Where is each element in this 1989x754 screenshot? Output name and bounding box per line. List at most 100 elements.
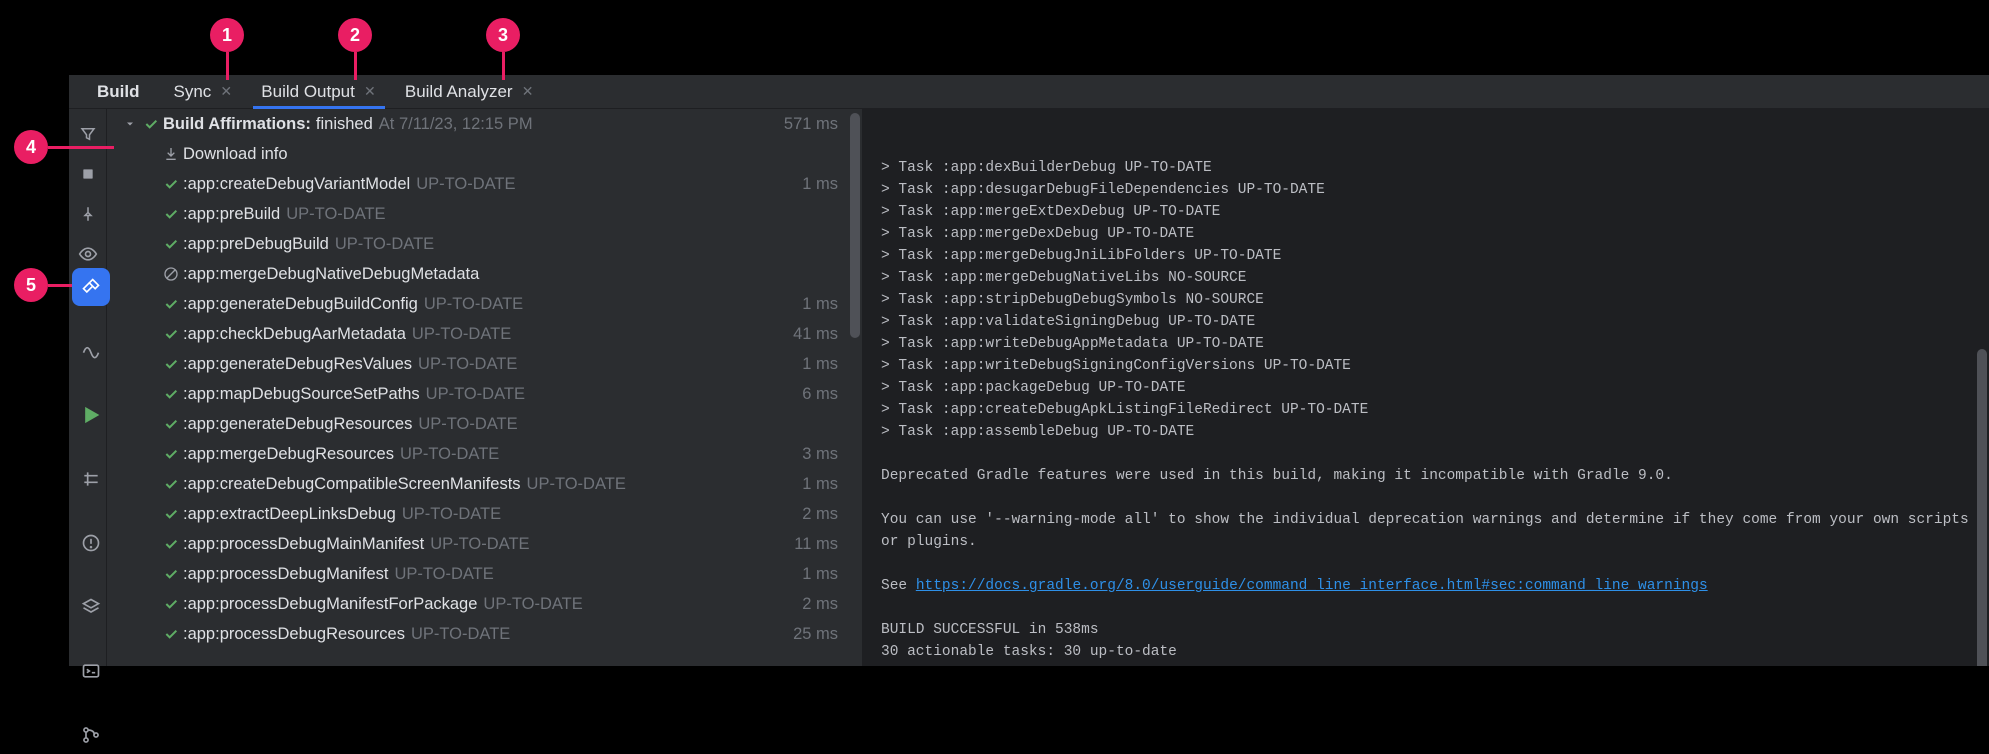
pin-icon[interactable] <box>77 203 99 225</box>
task-row[interactable]: :app:generateDebugResourcesUP-TO-DATE <box>107 409 862 439</box>
tree-root[interactable]: Build Affirmations: finished At 7/11/23,… <box>107 109 862 139</box>
console-line: > Task :app:mergeDebugNativeLibs NO-SOUR… <box>881 267 1971 289</box>
tab-sync[interactable]: Sync ✕ <box>160 75 248 109</box>
task-row[interactable]: :app:createDebugVariantModelUP-TO-DATE1 … <box>107 169 862 199</box>
task-name: :app:generateDebugBuildConfig <box>183 295 418 314</box>
task-time: 1 ms <box>802 175 838 194</box>
check-icon <box>159 566 183 582</box>
console-line: > Task :app:mergeDexDebug UP-TO-DATE <box>881 223 1971 245</box>
task-name: :app:createDebugVariantModel <box>183 175 410 194</box>
callout-5: 5 <box>14 268 48 302</box>
task-row[interactable]: :app:processDebugManifestForPackageUP-TO… <box>107 589 862 619</box>
tabs-bar: Build Sync ✕ Build Output ✕ Build Analyz… <box>69 75 1989 109</box>
task-time: 25 ms <box>793 625 838 644</box>
task-status: UP-TO-DATE <box>394 565 493 584</box>
task-name: :app:processDebugManifest <box>183 565 388 584</box>
task-row[interactable]: :app:mergeDebugResourcesUP-TO-DATE3 ms <box>107 439 862 469</box>
console-line: > Task :app:writeDebugSigningConfigVersi… <box>881 355 1971 377</box>
check-icon <box>159 446 183 462</box>
problems-icon[interactable] <box>72 524 110 562</box>
task-name: :app:mapDebugSourceSetPaths <box>183 385 420 404</box>
console-line: Deprecated Gradle features were used in … <box>881 465 1971 487</box>
task-time: 3 ms <box>802 445 838 464</box>
task-row[interactable]: :app:processDebugManifest UP-TO-DATE 1 ms <box>107 559 862 589</box>
scrollbar[interactable] <box>850 113 860 338</box>
vcs-icon[interactable] <box>72 716 110 754</box>
task-status: UP-TO-DATE <box>430 535 529 554</box>
build-status: finished <box>316 115 373 134</box>
task-name: :app:preBuild <box>183 205 280 224</box>
tab-build-output[interactable]: Build Output ✕ <box>247 75 391 109</box>
task-time: 1 ms <box>802 565 838 584</box>
check-icon <box>159 386 183 402</box>
terminal-icon[interactable] <box>72 652 110 690</box>
build-panel: Build Sync ✕ Build Output ✕ Build Analyz… <box>69 75 1989 666</box>
build-tree[interactable]: Build Affirmations: finished At 7/11/23,… <box>107 109 863 666</box>
chevron-down-icon[interactable] <box>121 118 139 130</box>
task-row[interactable]: :app:preBuildUP-TO-DATE <box>107 199 862 229</box>
task-name: :app:createDebugCompatibleScreenManifest… <box>183 475 521 494</box>
docs-link[interactable]: https://docs.gradle.org/8.0/userguide/co… <box>916 578 1708 594</box>
console-line: > Task :app:mergeExtDexDebug UP-TO-DATE <box>881 201 1971 223</box>
check-icon <box>159 176 183 192</box>
task-time: 2 ms <box>802 505 838 524</box>
close-icon[interactable]: ✕ <box>219 85 233 99</box>
tab-label: Sync <box>174 82 212 102</box>
task-row[interactable]: :app:createDebugCompatibleScreenManifest… <box>107 469 862 499</box>
task-row[interactable]: :app:extractDeepLinksDebug UP-TO-DATE 2 ms <box>107 499 862 529</box>
callout-1: 1 <box>210 18 244 52</box>
callout-2: 2 <box>338 18 372 52</box>
task-name: :app:processDebugManifestForPackage <box>183 595 477 614</box>
task-row[interactable]: :app:processDebugResources UP-TO-DATE 25 m… <box>107 619 862 649</box>
app-inspection-icon[interactable] <box>72 460 110 498</box>
task-time: 6 ms <box>802 385 838 404</box>
check-icon <box>159 476 183 492</box>
task-row[interactable]: :app:checkDebugAarMetadataUP-TO-DATE41 m… <box>107 319 862 349</box>
task-status: UP-TO-DATE <box>418 355 517 374</box>
task-row[interactable]: :app:mergeDebugNativeDebugMetadata <box>107 259 862 289</box>
callout-line <box>48 146 114 149</box>
activity-bar <box>69 250 113 754</box>
console-line: > Task :app:assembleDebug UP-TO-DATE <box>881 421 1971 443</box>
check-icon <box>159 236 183 252</box>
stop-icon[interactable] <box>77 163 99 185</box>
close-icon[interactable]: ✕ <box>521 85 535 99</box>
download-info-row[interactable]: Download info <box>107 139 862 169</box>
check-icon <box>159 356 183 372</box>
task-status: UP-TO-DATE <box>426 385 525 404</box>
task-row[interactable]: :app:generateDebugResValuesUP-TO-DATE1 m… <box>107 349 862 379</box>
callout-line <box>48 284 72 287</box>
download-info-label: Download info <box>183 145 288 164</box>
task-name: :app:processDebugResources <box>183 625 405 644</box>
profiler-icon[interactable] <box>72 332 110 370</box>
check-icon <box>159 296 183 312</box>
task-name: :app:mergeDebugNativeDebugMetadata <box>183 265 479 284</box>
build-tool-icon[interactable] <box>72 268 110 306</box>
tab-build-analyzer[interactable]: Build Analyzer ✕ <box>391 75 549 109</box>
task-status: UP-TO-DATE <box>400 445 499 464</box>
task-time: 1 ms <box>802 355 838 374</box>
console-output[interactable]: > Task :app:dexBuilderDebug UP-TO-DATE> … <box>863 109 1989 666</box>
task-row[interactable]: :app:mapDebugSourceSetPaths UP-TO-DATE 6 m… <box>107 379 862 409</box>
console-line: See https://docs.gradle.org/8.0/userguid… <box>881 575 1971 597</box>
task-time: 41 ms <box>793 325 838 344</box>
build-title: Build Affirmations: <box>163 115 311 134</box>
console-line: > Task :app:writeDebugAppMetadata UP-TO-… <box>881 333 1971 355</box>
close-icon[interactable]: ✕ <box>363 85 377 99</box>
run-icon[interactable] <box>72 396 110 434</box>
scrollbar[interactable] <box>1977 349 1987 666</box>
task-row[interactable]: :app:generateDebugBuildConfigUP-TO-DATE1… <box>107 289 862 319</box>
console-line: > Task :app:mergeDebugJniLibFolders UP-T… <box>881 245 1971 267</box>
app-quality-icon[interactable] <box>72 588 110 626</box>
task-row[interactable]: :app:processDebugMainManifestUP-TO-DATE1… <box>107 529 862 559</box>
console-line: BUILD SUCCESSFUL in 538ms <box>881 619 1971 641</box>
task-status: UP-TO-DATE <box>411 625 510 644</box>
build-duration: 571 ms <box>784 115 838 134</box>
download-icon <box>159 146 183 162</box>
task-row[interactable]: :app:preDebugBuildUP-TO-DATE <box>107 229 862 259</box>
task-name: :app:extractDeepLinksDebug <box>183 505 396 524</box>
console-line: > Task :app:createDebugApkListingFileRed… <box>881 399 1971 421</box>
task-status: UP-TO-DATE <box>424 295 523 314</box>
filter-icon[interactable] <box>77 123 99 145</box>
task-status: UP-TO-DATE <box>402 505 501 524</box>
